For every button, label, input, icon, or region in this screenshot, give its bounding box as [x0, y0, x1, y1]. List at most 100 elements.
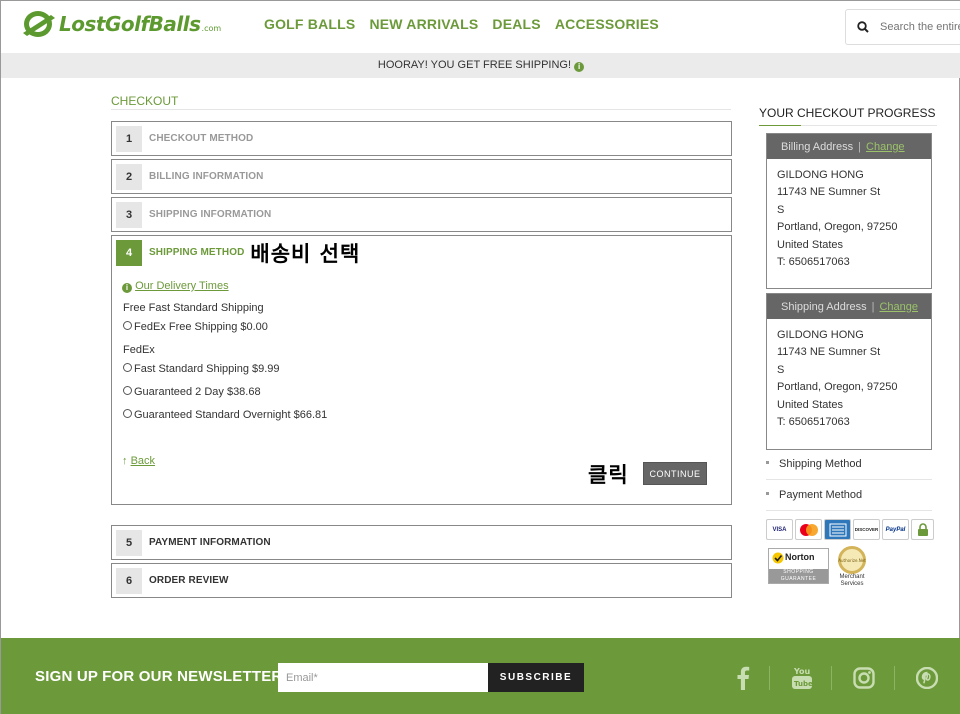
arrow-up-icon: ↑ [122, 455, 128, 467]
shipping-option-overnight[interactable]: Guaranteed Standard Overnight $66.81 [123, 409, 327, 421]
radio-button[interactable] [123, 321, 132, 330]
billing-address-header: Billing Address | Change [767, 134, 931, 159]
step-label: SHIPPING METHOD [149, 247, 245, 258]
search-input[interactable] [880, 21, 960, 33]
youtube-icon[interactable]: You Tube [787, 664, 817, 692]
mastercard-icon [795, 519, 822, 540]
site-footer: SIGN UP FOR OUR NEWSLETTER Email* SUBSCR… [1, 638, 960, 714]
option-label: Guaranteed 2 Day $38.68 [134, 386, 261, 398]
info-icon[interactable]: i [574, 62, 585, 72]
shipping-option-free[interactable]: FedEx Free Shipping $0.00 [123, 321, 268, 333]
shipping-address-heading: Shipping Address [781, 300, 867, 313]
logo-suffix: .com [201, 23, 222, 33]
site-header: LostGolfBalls .com GOLF BALLS NEW ARRIVA… [1, 1, 960, 53]
step-number: 5 [116, 529, 142, 556]
step-billing-information[interactable]: 2 BILLING INFORMATION [111, 159, 732, 194]
separator: | [871, 300, 875, 313]
divider [766, 479, 932, 480]
step-number: 4 [116, 239, 142, 266]
step-number: 3 [116, 201, 142, 228]
norton-guarantee-label: SHOPPING GUARANTEE [769, 569, 828, 583]
back-link[interactable]: Back [131, 455, 155, 467]
continue-button[interactable]: CONTINUE [643, 462, 707, 485]
fedex-group-label: FedEx [123, 344, 155, 356]
payment-methods: VISA DISCOVER PayPal [766, 519, 934, 540]
shipping-option-2day[interactable]: Guaranteed 2 Day $38.68 [123, 386, 261, 398]
norton-badge: Norton SHOPPING GUARANTEE [768, 548, 829, 584]
address-street: 11743 NE Sumner St [777, 346, 881, 359]
step-order-review[interactable]: 6 ORDER REVIEW [111, 563, 732, 598]
address-line2: S [777, 203, 785, 216]
divider [831, 666, 832, 690]
free-shipping-group-label: Free Fast Standard Shipping [123, 302, 264, 314]
amex-icon [824, 519, 851, 540]
separator: | [858, 140, 862, 153]
nav-new-arrivals[interactable]: NEW ARRIVALS [369, 16, 478, 32]
discover-icon: DISCOVER [853, 519, 880, 540]
shipping-address-header: Shipping Address | Change [767, 294, 931, 319]
nav-golf-balls[interactable]: GOLF BALLS [264, 16, 355, 32]
delivery-times-row[interactable]: i Our Delivery Times [122, 280, 229, 293]
address-name: GILDONG HONG [777, 169, 864, 181]
checkout-title: CHECKOUT [111, 94, 179, 108]
option-label: FedEx Free Shipping $0.00 [134, 321, 268, 333]
change-billing-link[interactable]: Change [866, 141, 905, 153]
site-logo[interactable]: LostGolfBalls .com [21, 9, 221, 39]
address-street: 11743 NE Sumner St [777, 186, 881, 199]
progress-item-label: Shipping Method [779, 458, 862, 470]
address-phone: T: 6506517063 [777, 416, 850, 429]
subscribe-button[interactable]: SUBSCRIBE [488, 663, 584, 692]
search-icon[interactable] [846, 21, 880, 33]
step-label: SHIPPING INFORMATION [149, 209, 272, 220]
search-box [845, 9, 960, 45]
checkmark-icon [772, 552, 784, 564]
step-label: PAYMENT INFORMATION [149, 537, 271, 548]
instagram-icon[interactable] [849, 664, 879, 692]
progress-item-payment-method: Payment Method [766, 489, 932, 501]
authorize-net-label-1: Merchant [839, 574, 865, 580]
progress-item-shipping-method: Shipping Method [766, 458, 932, 470]
visa-icon: VISA [766, 519, 793, 540]
address-name: GILDONG HONG [777, 329, 864, 341]
step-payment-information[interactable]: 5 PAYMENT INFORMATION [111, 525, 732, 560]
free-shipping-text: HOORAY! YOU GET FREE SHIPPING! [377, 59, 572, 71]
paypal-icon: PayPal [882, 519, 909, 540]
delivery-times-link[interactable]: Our Delivery Times [135, 280, 229, 292]
step-checkout-method[interactable]: 1 CHECKOUT METHOD [111, 121, 732, 156]
radio-button[interactable] [123, 386, 132, 395]
nav-accessories[interactable]: ACCESSORIES [555, 16, 659, 32]
nav-deals[interactable]: DEALS [492, 16, 540, 32]
newsletter-title: SIGN UP FOR OUR NEWSLETTER [35, 668, 283, 685]
pinterest-icon[interactable] [912, 664, 942, 692]
newsletter-email-input[interactable]: Email* [278, 663, 488, 692]
shipping-address-lines: GILDONG HONG 11743 NE Sumner St S Portla… [767, 319, 931, 431]
address-city: Portland, Oregon, 97250 [777, 221, 898, 234]
step-shipping-information[interactable]: 3 SHIPPING INFORMATION [111, 197, 732, 232]
shipping-address-box: Shipping Address | Change GILDONG HONG 1… [766, 293, 932, 450]
logo-text: LostGolfBalls [59, 12, 201, 36]
info-icon: i [122, 283, 132, 293]
divider [111, 109, 731, 110]
bullet-icon [766, 461, 769, 464]
option-label: Guaranteed Standard Overnight $66.81 [134, 409, 328, 421]
step-number: 2 [116, 163, 142, 190]
divider [894, 666, 895, 690]
step-label: CHECKOUT METHOD [149, 133, 254, 144]
change-shipping-link[interactable]: Change [879, 301, 918, 313]
facebook-icon[interactable] [729, 664, 757, 692]
step-label: BILLING INFORMATION [149, 171, 264, 182]
shipping-method-panel: i Our Delivery Times Free Fast Standard … [111, 269, 732, 505]
billing-address-box: Billing Address | Change GILDONG HONG 11… [766, 133, 932, 289]
annotation-click: 클릭 [588, 463, 629, 487]
address-country: United States [777, 398, 844, 411]
radio-button[interactable] [123, 409, 132, 418]
bullet-icon [766, 492, 769, 495]
shipping-option-standard[interactable]: Fast Standard Shipping $9.99 [123, 363, 280, 375]
radio-button[interactable] [123, 363, 132, 372]
divider [766, 510, 932, 511]
main-nav: GOLF BALLS NEW ARRIVALS DEALS ACCESSORIE… [264, 16, 659, 32]
authorize-net-badge: Authorize.Net Merchant Services [835, 546, 869, 588]
step-shipping-method[interactable]: 4 SHIPPING METHOD 배송비 선택 [111, 235, 732, 270]
back-link-row[interactable]: ↑ Back [122, 455, 155, 467]
svg-text:Tube: Tube [794, 680, 813, 688]
